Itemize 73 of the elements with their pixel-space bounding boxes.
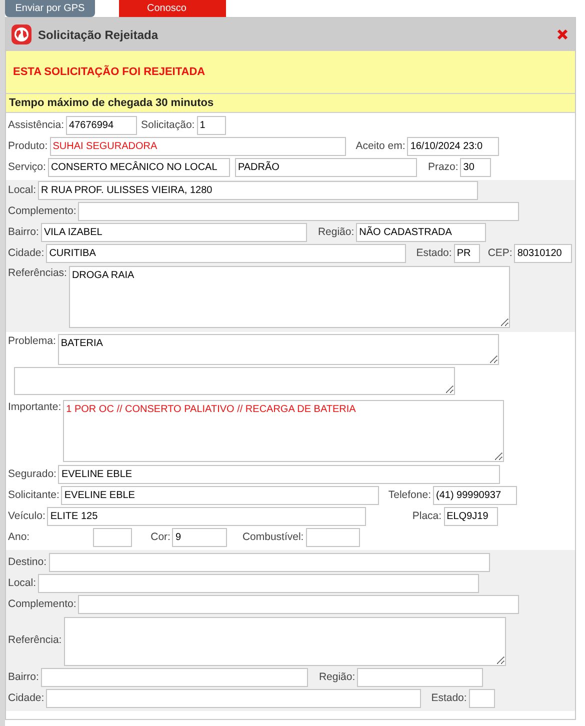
field-label: Bairro: [8, 224, 39, 240]
field-label: Segurado: [8, 466, 56, 482]
text-area[interactable] [14, 367, 455, 395]
input-field[interactable]: ELQ9J19 [444, 507, 498, 526]
field-label: Importante: [8, 400, 62, 415]
field-label: Região: [318, 670, 356, 685]
field-label: Complemento: [8, 596, 76, 612]
globe-icon [11, 24, 32, 45]
input-field[interactable] [48, 553, 490, 572]
input-field[interactable]: 9 [172, 528, 228, 547]
text-area[interactable] [64, 616, 506, 666]
input-field[interactable] [78, 202, 520, 221]
input-field[interactable]: 1 [196, 116, 226, 135]
field-label: Bairro: [8, 670, 39, 685]
input-field[interactable]: CURITIBA [46, 244, 406, 263]
input-field[interactable]: VILA IZABEL [40, 223, 307, 242]
field-label: Estado: [431, 690, 467, 706]
field-label: Local: [8, 576, 36, 591]
field-label: Referências: [8, 266, 67, 281]
input-field[interactable] [357, 668, 484, 687]
field-label: Cidade: [8, 690, 44, 706]
text-area[interactable]: 1 POR OC // CONSERTO PALIATIVO // RECARGA DE BATERIA [63, 400, 504, 462]
field-label: Complemento: [8, 204, 76, 219]
field-label: Destino: [8, 554, 47, 570]
field-label: Solicitação: [141, 118, 195, 133]
input-field[interactable]: EVELINE EBLE [61, 486, 380, 505]
input-field[interactable]: ELITE 125 [47, 507, 366, 526]
field-label: Estado: [416, 246, 452, 261]
close-icon[interactable] [557, 29, 568, 40]
input-field[interactable]: 16/10/2024 23:0 [407, 137, 500, 156]
input-field[interactable] [92, 528, 132, 547]
field-label: Solicitante: [8, 488, 60, 503]
input-field[interactable]: 30 [460, 158, 492, 177]
input-field[interactable]: SUHAI SEGURADORA [50, 137, 346, 156]
field-label: Serviço: [8, 160, 46, 175]
field-label: Combustível: [242, 530, 304, 545]
field-label: Referência: [8, 633, 62, 648]
rejection-message: ESTA SOLICITAÇÃO FOI REJEITADA [13, 64, 206, 80]
field-label: Região: [318, 224, 354, 240]
gps-button[interactable]: Enviar por GPS [5, 0, 95, 17]
text-area[interactable]: DROGA RAIA [68, 266, 510, 328]
input-field[interactable]: PR [454, 244, 480, 263]
input-field[interactable] [46, 689, 422, 708]
input-field[interactable] [38, 574, 480, 593]
arrival-time-notice: Tempo máximo de chegada 30 minutos [9, 96, 214, 111]
field-label: Ano: [8, 530, 30, 545]
contact-button[interactable]: Conosco [119, 0, 226, 17]
input-field[interactable] [306, 528, 360, 547]
input-field[interactable] [468, 689, 495, 708]
input-field[interactable]: 80310120 [514, 244, 572, 263]
dialog-title: Solicitação Rejeitada [38, 26, 158, 44]
field-label: Veículo: [8, 508, 46, 524]
input-field[interactable] [78, 595, 520, 614]
field-label: Telefone: [388, 488, 431, 503]
text-area[interactable]: BATERIA [58, 334, 499, 365]
field-label: Problema: [8, 334, 56, 349]
field-label: Assistência: [8, 118, 64, 133]
input-field[interactable]: 47676994 [66, 116, 138, 135]
field-label: Cor: [150, 530, 170, 545]
field-label: CEP: [488, 246, 512, 261]
field-label: Cidade: [8, 246, 44, 261]
input-field[interactable]: EVELINE EBLE [58, 465, 500, 484]
input-field[interactable] [40, 668, 308, 687]
field-label: Aceito em: [356, 138, 406, 154]
field-label: Local: [8, 182, 36, 198]
input-field[interactable]: R RUA PROF. ULISSES VIEIRA, 1280 [38, 181, 478, 200]
input-field[interactable]: PADRÃO [234, 158, 417, 177]
input-field[interactable]: NÃO CADASTRADA [356, 223, 486, 242]
input-field[interactable]: CONSERTO MECÂNICO NO LOCAL [48, 158, 230, 177]
input-field[interactable]: (41) 99990937 [433, 486, 517, 505]
field-label: Prazo: [428, 160, 458, 175]
field-label: Produto: [8, 138, 48, 154]
field-label: Placa: [412, 508, 442, 524]
